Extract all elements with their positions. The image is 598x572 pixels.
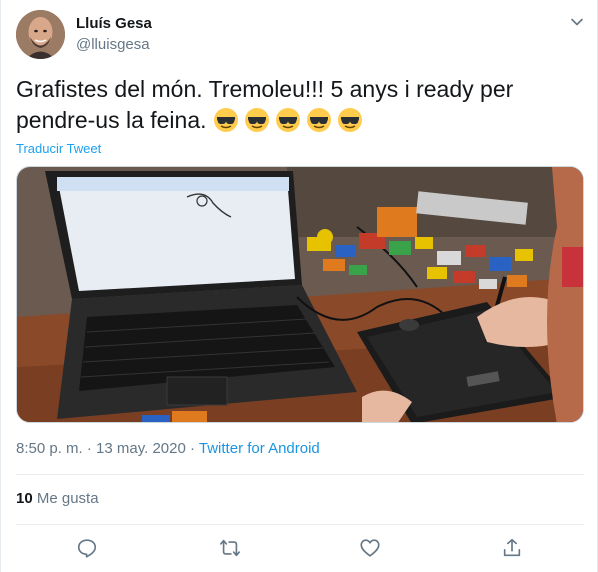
reply-icon[interactable] xyxy=(76,537,98,559)
retweet-icon[interactable] xyxy=(219,537,241,559)
avatar[interactable] xyxy=(16,10,65,59)
tweet-text: Grafistes del món. Tremoleu!!! 5 anys i … xyxy=(16,74,576,136)
sunglasses-emoji xyxy=(337,108,362,132)
sunglasses-emoji xyxy=(275,108,300,132)
emoji-row xyxy=(213,107,368,133)
likes-stat[interactable]: 10 Me gusta xyxy=(16,490,99,507)
tweet-photo[interactable] xyxy=(16,166,584,423)
share-icon[interactable] xyxy=(501,537,523,559)
tweet-card: Lluís Gesa @lluisgesa Grafistes del món.… xyxy=(0,0,598,572)
translate-link[interactable]: Traducir Tweet xyxy=(16,141,101,156)
divider xyxy=(16,524,584,525)
author-name[interactable]: Lluís Gesa xyxy=(76,15,152,32)
heart-icon[interactable] xyxy=(359,537,381,559)
likes-label: Me gusta xyxy=(36,490,99,507)
tweet-source[interactable]: Twitter for Android xyxy=(199,440,320,457)
tweet-meta: 8:50 p. m. · 13 may. 2020 · Twitter for … xyxy=(16,440,320,457)
meta-separator: · xyxy=(82,440,97,457)
tweet-date[interactable]: 13 may. 2020 xyxy=(96,440,186,457)
sunglasses-emoji xyxy=(306,108,331,132)
tweet-time[interactable]: 8:50 p. m. xyxy=(16,440,83,457)
likes-count: 10 xyxy=(16,490,33,507)
sunglasses-emoji xyxy=(213,108,238,132)
chevron-down-icon[interactable] xyxy=(569,14,585,30)
sunglasses-emoji xyxy=(244,108,269,132)
divider xyxy=(16,474,584,475)
author-handle[interactable]: @lluisgesa xyxy=(76,36,150,53)
meta-separator: · xyxy=(185,440,199,457)
